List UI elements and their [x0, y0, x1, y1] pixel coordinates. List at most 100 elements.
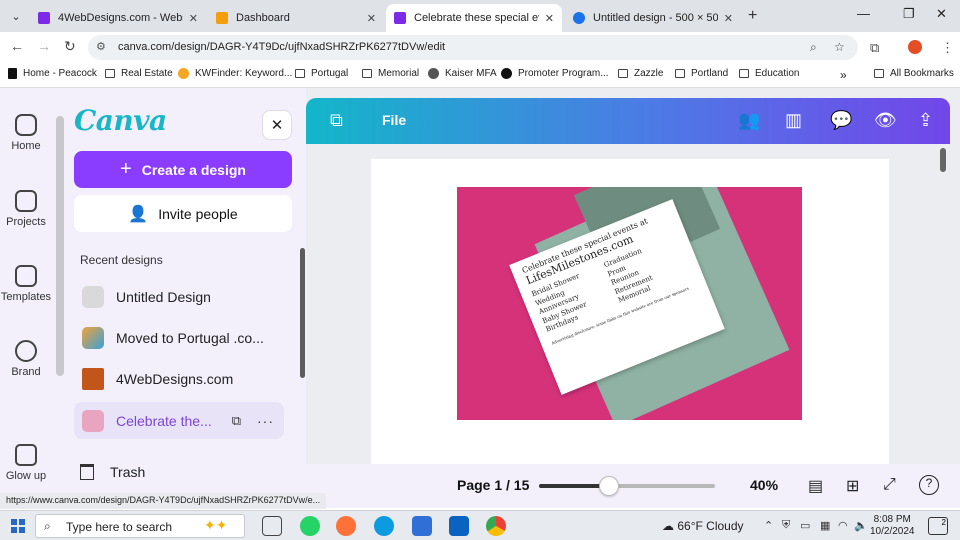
fullscreen-icon[interactable]: ⤢ [883, 476, 896, 494]
editor-footer: Page 1 / 15 40% ▤ ⊞ ⤢ ? [306, 464, 960, 508]
forward-arrow-icon[interactable]: → [37, 38, 51, 54]
recent-design-item-selected[interactable]: Celebrate the... ⧉ ··· [74, 402, 284, 439]
bookmark-star-icon[interactable]: ☆ [834, 40, 845, 54]
network-icon[interactable]: ▦ [820, 519, 830, 532]
bookmark-education[interactable]: Education [739, 68, 799, 79]
panel-left-scrollbar[interactable] [56, 116, 64, 376]
recent-design-item[interactable]: Untitled Design [74, 278, 284, 315]
page-indicator[interactable]: Page 1 / 15 [457, 477, 529, 493]
system-clock[interactable]: 8:08 PM 10/2/2024 [870, 514, 915, 538]
bookmark-zazzle[interactable]: Zazzle [618, 68, 663, 79]
browser-tab-untitled[interactable]: Untitled design - 500 × 500px ✕ [565, 4, 741, 32]
plus-icon: + [120, 158, 132, 180]
bookmark-memorial[interactable]: Memorial [362, 68, 419, 79]
windows-start-icon[interactable] [11, 519, 25, 533]
canva-favicon-icon [573, 12, 585, 24]
more-options-icon[interactable]: ··· [257, 413, 274, 429]
whatsapp-icon[interactable] [300, 516, 320, 536]
zoom-percentage[interactable]: 40% [750, 477, 778, 493]
bookmark-portugal[interactable]: Portugal [295, 68, 348, 79]
chrome-icon[interactable] [486, 516, 506, 536]
cloud-icon: ☁ [662, 519, 678, 533]
task-view-icon[interactable] [262, 516, 282, 536]
close-tab-icon[interactable]: ✕ [189, 12, 198, 25]
browser-tab-celebrate[interactable]: Celebrate these special events a ✕ [386, 4, 562, 32]
new-tab-icon[interactable]: + [748, 7, 757, 25]
wifi-icon[interactable]: ◠ [838, 519, 848, 532]
bookmark-kwfinder[interactable]: KWFinder: Keyword... [178, 68, 292, 79]
notes-view-icon[interactable]: ▤ [808, 476, 823, 496]
canvas-scrollbar[interactable] [940, 148, 946, 172]
bookmark-real-estate[interactable]: Real Estate [105, 68, 173, 79]
browser-tab-dashboard[interactable]: Dashboard ✕ [208, 4, 384, 32]
design-photo[interactable]: Celebrate these special events at LifesM… [457, 187, 802, 420]
close-window-icon[interactable]: ✕ [936, 6, 947, 22]
comment-icon[interactable]: 💬 [830, 110, 852, 131]
rail-item-projects[interactable]: Projects [0, 190, 52, 228]
browser-menu-icon[interactable]: ⋮ [941, 40, 954, 56]
address-bar[interactable]: ⚙ canva.com/design/DAGR-Y4T9Dc/ujfNxadSH… [88, 35, 858, 60]
close-tab-icon[interactable]: ✕ [367, 12, 376, 25]
link-status-bar: https://www.canva.com/design/DAGR-Y4T9Dc… [0, 493, 327, 509]
reload-icon[interactable]: ↻ [64, 38, 76, 55]
extensions-icon[interactable]: ⧉ [870, 40, 879, 56]
design-page[interactable]: Celebrate these special events at LifesM… [371, 159, 889, 464]
rail-item-templates[interactable]: Templates [0, 265, 52, 303]
site-settings-icon[interactable]: ⚙ [96, 40, 106, 53]
security-icon[interactable]: ⛨ [782, 519, 790, 532]
panel-scrollbar[interactable] [300, 248, 305, 378]
profile-avatar[interactable] [908, 40, 922, 54]
invite-people-button[interactable]: 👤 Invite people [74, 195, 292, 232]
design-thumbnail [82, 285, 104, 308]
share-people-icon[interactable]: 👥 [738, 110, 760, 131]
zoom-slider[interactable] [539, 476, 715, 496]
search-highlights-icon: ✦✦ [204, 517, 228, 533]
volume-icon[interactable]: 🔈 [854, 519, 868, 532]
share-upload-icon[interactable]: ⇪ [918, 110, 933, 131]
bookmark-peacock[interactable]: Home - Peacock [8, 68, 97, 79]
minimize-icon[interactable]: — [857, 6, 870, 21]
trash-item[interactable]: Trash [80, 464, 145, 480]
insights-chart-icon[interactable]: ▥ [785, 110, 802, 131]
notification-badge[interactable]: 2 [928, 517, 948, 535]
canva-favicon-icon [38, 12, 50, 24]
canvas-area: Celebrate these special events at LifesM… [306, 144, 950, 464]
tray-chevron-icon[interactable]: ⌃ [764, 519, 773, 532]
kwfinder-icon [178, 68, 189, 79]
close-tab-icon[interactable]: ✕ [545, 12, 554, 25]
more-bookmarks-icon[interactable]: » [840, 68, 847, 82]
preview-eye-icon[interactable]: 👁 [874, 110, 897, 131]
recent-design-item[interactable]: 4WebDesigns.com [74, 360, 284, 397]
weather-widget[interactable]: ☁ 66°F Cloudy [662, 519, 744, 533]
bookmark-portland[interactable]: Portland [675, 68, 728, 79]
bookmark-promoter[interactable]: Promoter Program... [501, 68, 609, 79]
bookmark-kaiser[interactable]: Kaiser MFA [428, 68, 497, 79]
recent-design-item[interactable]: Moved to Portugal .co... [74, 319, 284, 356]
rail-item-brand[interactable]: Brand [0, 340, 52, 378]
grid-view-icon[interactable]: ⊞ [846, 476, 859, 496]
create-design-button[interactable]: + Create a design [74, 151, 292, 188]
file-menu[interactable]: File [382, 112, 406, 128]
close-panel-button[interactable]: ✕ [262, 110, 292, 140]
open-in-new-tab-icon[interactable]: ⧉ [232, 413, 241, 429]
rail-item-glow-up[interactable]: Glow up [0, 444, 52, 482]
zoom-slider-handle[interactable] [599, 476, 619, 496]
expand-share-icon[interactable]: ⧉ [330, 110, 343, 131]
restore-icon[interactable]: ❐ [903, 6, 915, 22]
store-icon[interactable] [412, 516, 432, 536]
back-arrow-icon[interactable]: ← [10, 38, 24, 54]
templates-icon [15, 265, 37, 287]
help-icon[interactable]: ? [919, 475, 939, 495]
mail-icon[interactable] [449, 516, 469, 536]
edge-icon[interactable] [374, 516, 394, 536]
browser-tab-4webdesigns[interactable]: 4WebDesigns.com - Website - ( ✕ [30, 4, 206, 32]
taskbar-search[interactable]: ⌕ Type here to search ✦✦ [35, 514, 245, 538]
rail-item-home[interactable]: Home [0, 114, 52, 152]
zoom-icon[interactable]: ⌕ [810, 40, 817, 55]
tab-search-chevron-icon[interactable]: ⌄ [6, 6, 26, 26]
firefox-icon[interactable] [336, 516, 356, 536]
canva-logo[interactable]: Canva [74, 104, 167, 137]
battery-icon[interactable]: ▭ [800, 519, 810, 532]
all-bookmarks[interactable]: All Bookmarks [874, 68, 954, 79]
close-tab-icon[interactable]: ✕ [724, 12, 733, 25]
